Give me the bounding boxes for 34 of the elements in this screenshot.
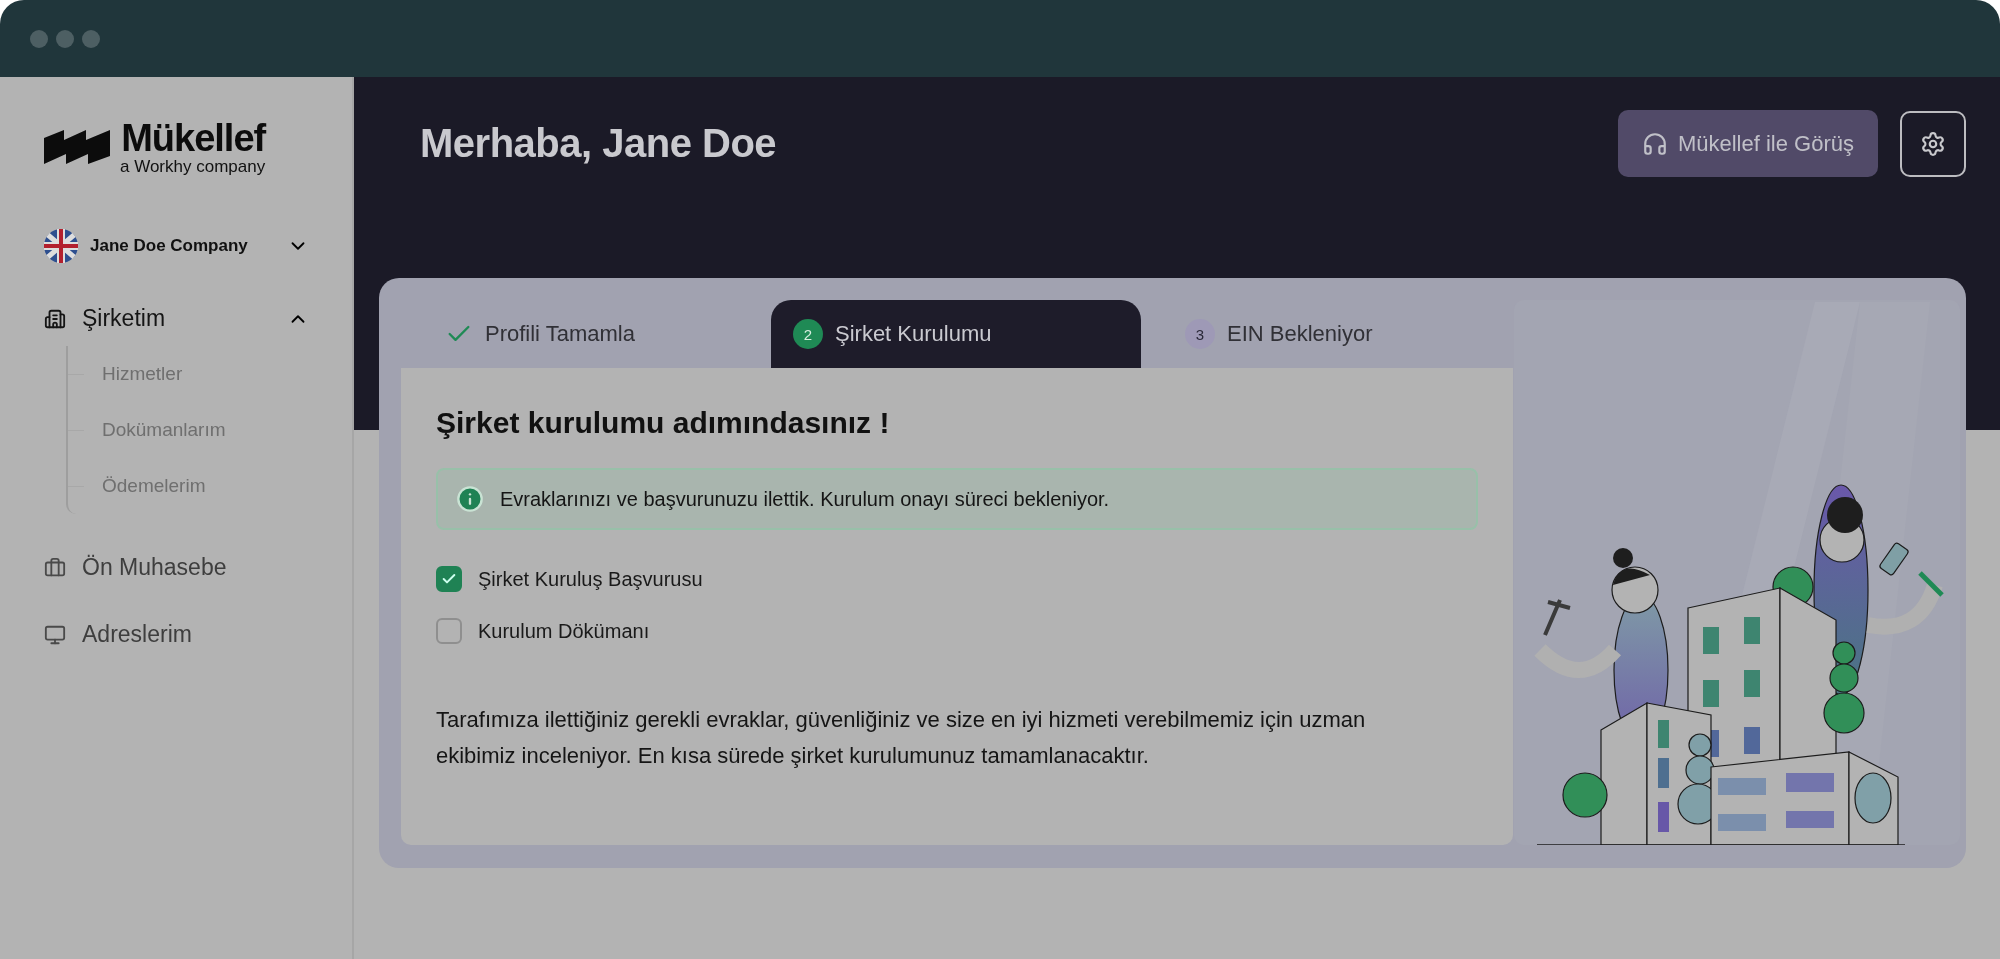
nav-item[interactable]: Şirketim — [44, 305, 309, 332]
info-icon — [456, 485, 484, 513]
settings-button[interactable] — [1900, 110, 1966, 177]
monitor-icon — [44, 623, 66, 646]
step-number: 3 — [1185, 319, 1215, 349]
checkbox-label: Kurulum Dökümanı — [478, 619, 650, 643]
window-dot — [82, 29, 100, 48]
window-dot — [56, 29, 74, 48]
building-icon — [44, 307, 66, 330]
notice-text: Evraklarınızı ve başvurunuzu ilettik. Kurulum onayı süreci bekleniyor. — [500, 487, 1110, 511]
nav-item[interactable]: Adreslerim — [44, 621, 309, 648]
checkbox[interactable] — [436, 566, 462, 592]
step-number: 2 — [793, 319, 823, 349]
window-dot — [30, 29, 48, 48]
settings-icon — [1920, 130, 1946, 157]
description-text: Tarafımıza ilettiğiniz gerekli evraklar, güvenliğiniz ve size en iyi hizmeti verebilmemiz için uzman ekibimiz inceleniyor. En kısa sürede şirket kurulumunuz tamamlanacaktır. — [436, 706, 1367, 770]
flag-icon — [44, 229, 78, 263]
step-label: Şirket Kurulumu — [835, 321, 992, 347]
step-tab[interactable]: 2 Şirket Kurulumu — [771, 300, 1141, 368]
logo-name: Mükellef — [121, 119, 266, 157]
checkbox-label: Şirket Kuruluş Başvurusu — [478, 567, 703, 591]
checkbox[interactable] — [436, 618, 462, 644]
step-label: Profili Tamamla — [485, 321, 635, 347]
section-heading: Şirket kurulumu adımındasınız ! — [436, 406, 891, 440]
logo-tagline: a Workhy company — [120, 157, 266, 177]
step-label: EIN Bekleniyor — [1227, 321, 1373, 347]
contact-button[interactable]: Mükellef ile Görüş — [1617, 110, 1878, 177]
greeting-title: Merhaba, Jane Doe — [420, 121, 778, 166]
step-tab[interactable]: 3 EIN Bekleniyor — [1141, 300, 1513, 368]
briefcase-icon — [44, 556, 66, 579]
nav-item[interactable]: Ön Muhasebe — [44, 554, 309, 581]
company-selector[interactable]: Jane Doe Company — [44, 229, 309, 263]
step-tab[interactable]: Profili Tamamla — [401, 300, 771, 368]
headset-icon — [1641, 130, 1668, 157]
